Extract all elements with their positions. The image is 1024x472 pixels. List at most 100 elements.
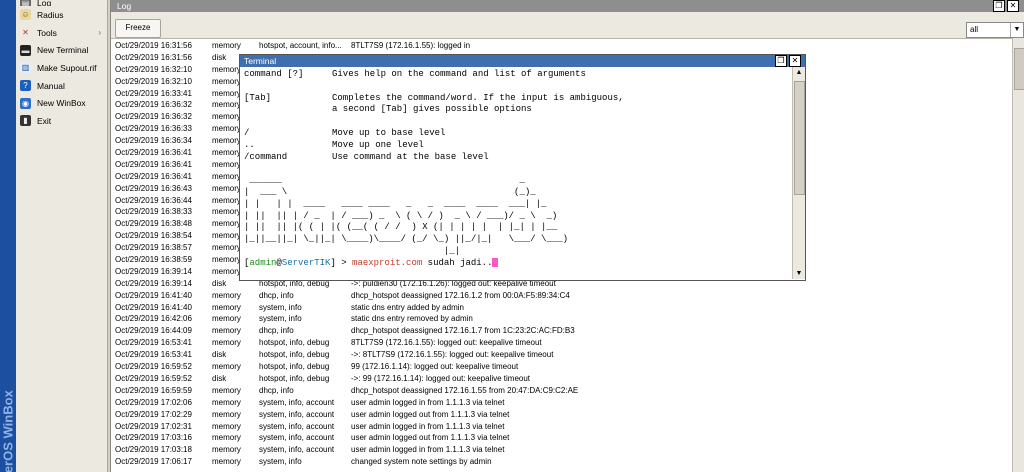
- terminal-banner-line: |_||__||_| \_||_| \____)\____/ (_/ \_) |…: [244, 234, 569, 245]
- log-time-cell: Oct/29/2019 16:36:33: [115, 124, 192, 134]
- log-row[interactable]: Oct/29/2019 17:02:29 memory system, info, …: [115, 409, 1011, 421]
- log-time-cell: Oct/29/2019 16:53:41: [115, 350, 192, 360]
- help-description: Gives help on the command and list of ar…: [332, 69, 586, 79]
- log-row[interactable]: Oct/29/2019 16:53:41 disk hotspot, info, d…: [115, 349, 1011, 361]
- log-topics-cell: system, info, account: [259, 409, 335, 419]
- exit-icon: ▮: [20, 115, 31, 127]
- log-time-cell: Oct/29/2019 16:53:41: [115, 338, 192, 348]
- menu-item-new-winbox[interactable]: ◉ New WinBox: [16, 94, 107, 112]
- log-buffer-cell: memory: [212, 290, 241, 300]
- log-time-cell: Oct/29/2019 16:41:40: [115, 290, 192, 300]
- restore-icon[interactable]: ❐: [775, 55, 787, 67]
- log-row[interactable]: Oct/29/2019 17:02:06 memory system, info, …: [115, 397, 1011, 409]
- terminal-help-line: [244, 116, 790, 128]
- log-message-cell: dhcp_hotspot deassigned 172.16.1.55 from…: [351, 385, 579, 395]
- log-time-cell: Oct/29/2019 17:03:18: [115, 445, 192, 455]
- log-time-cell: Oct/29/2019 16:32:10: [115, 76, 192, 86]
- log-buffer-cell: memory: [212, 457, 241, 467]
- menu-item-label: Manual: [37, 80, 65, 91]
- log-time-cell: Oct/29/2019 16:39:14: [115, 266, 192, 276]
- log-filter-value: all: [970, 25, 979, 34]
- log-time-cell: Oct/29/2019 16:36:32: [115, 100, 192, 110]
- menu-item-make-supout-rif[interactable]: ▥ Make Supout.rif: [16, 59, 107, 77]
- close-icon[interactable]: ✕: [1007, 0, 1019, 12]
- menu-item-label: Tools: [37, 27, 57, 38]
- terminal-titlebar[interactable]: Terminal ❐ ✕: [240, 55, 805, 67]
- log-topics-cell: dhcp, info: [259, 290, 294, 300]
- log-row[interactable]: Oct/29/2019 16:41:40 memory dhcp, info dhcp…: [115, 290, 1011, 302]
- log-topics-cell: hotspot, account, info...: [259, 41, 342, 50]
- menu-item-tools[interactable]: ✕ Tools ›: [16, 24, 107, 42]
- help-command: ..: [244, 139, 255, 150]
- log-buffer-cell: memory: [212, 326, 241, 336]
- log-row[interactable]: Oct/29/2019 16:53:41 memory hotspot, info,…: [115, 337, 1011, 349]
- terminal-banner-line: ______ _: [244, 175, 558, 186]
- log-time-cell: Oct/29/2019 17:06:17: [115, 457, 192, 467]
- log-row[interactable]: Oct/29/2019 17:02:31 memory system, info, …: [115, 421, 1011, 433]
- log-row[interactable]: Oct/29/2019 17:03:18 memory system, info, …: [115, 444, 1011, 456]
- terminal-scrollbar[interactable]: ▲ ▼: [792, 67, 805, 279]
- log-topics-cell: dhcp, info: [259, 385, 294, 395]
- log-row[interactable]: Oct/29/2019 16:59:52 disk hotspot, info, d…: [115, 373, 1011, 385]
- log-buffer-cell: memory: [212, 385, 241, 395]
- terminal-prompt-line[interactable]: [admin@ServerTIK] > maexproit.com sudah …: [244, 258, 790, 270]
- log-row[interactable]: Oct/29/2019 17:03:16 memory system, info, …: [115, 432, 1011, 444]
- log-time-cell: Oct/29/2019 16:44:09: [115, 326, 192, 336]
- log-time-cell: Oct/29/2019 16:36:32: [115, 112, 192, 122]
- log-row[interactable]: Oct/29/2019 16:42:06 memory system, info st…: [115, 313, 1011, 325]
- terminal-help-line: /command Use command at the base level: [244, 152, 790, 164]
- menu-item-manual[interactable]: ? Manual: [16, 77, 107, 95]
- terminal-help-line: a second [Tab] gives possible options: [244, 104, 790, 116]
- log-buffer-cell: memory: [212, 421, 241, 431]
- log-time-cell: Oct/29/2019 16:36:43: [115, 183, 192, 193]
- scroll-up-icon[interactable]: ▲: [793, 67, 805, 78]
- terminal-body[interactable]: command [?] Gives help on the command and…: [244, 69, 790, 279]
- tools-icon: ✕: [22, 28, 29, 38]
- log-row[interactable]: Oct/29/2019 17:06:17 memory system, info ch…: [115, 456, 1011, 468]
- log-topics-cell: system, info, account: [259, 433, 335, 443]
- log-row[interactable]: Oct/29/2019 16:59:52 memory hotspot, info,…: [115, 361, 1011, 373]
- menu-item-radius[interactable]: ☺ Radius: [16, 6, 107, 24]
- freeze-button[interactable]: Freeze: [115, 19, 161, 38]
- terminal-banner-line: | | | | ____ ____ ____ _ _ ____ ____ ___…: [244, 198, 558, 209]
- brand-text: terOS WinBox: [0, 390, 16, 472]
- log-message-cell: 99 (172.16.1.14): logged out: keepalive …: [351, 362, 519, 372]
- close-icon[interactable]: ✕: [789, 55, 801, 67]
- log-message-cell: static dns entry removed by admin: [351, 314, 473, 324]
- scroll-down-icon[interactable]: ▼: [793, 268, 805, 279]
- terminal-banner-line: |_|: [244, 245, 558, 256]
- help-description: Completes the command/word. If the input…: [332, 92, 624, 103]
- document-icon: ▥: [20, 62, 31, 74]
- chevron-down-icon[interactable]: ▼: [1010, 23, 1023, 37]
- log-titlebar[interactable]: Log ❐ ✕: [111, 0, 1024, 12]
- log-title: Log: [117, 1, 132, 11]
- log-filter-select[interactable]: all ▼: [966, 22, 1024, 38]
- log-row[interactable]: Oct/29/2019 16:41:40 memory system, info st…: [115, 302, 1011, 314]
- log-time-cell: Oct/29/2019 16:39:14: [115, 278, 192, 288]
- log-row[interactable]: Oct/29/2019 16:44:09 memory dhcp, info dhcp…: [115, 325, 1011, 337]
- log-buffer-cell: memory: [212, 338, 241, 348]
- help-description: a second [Tab] gives possible options: [332, 104, 532, 115]
- menu-item-exit[interactable]: ▮ Exit: [16, 112, 107, 130]
- terminal-window: Terminal ❐ ✕ command [?] Gives help on th…: [239, 54, 806, 281]
- log-time-cell: Oct/29/2019 16:31:56: [115, 52, 192, 62]
- log-message-cell: ->: 99 (172.16.1.14): logged out: keepal…: [351, 373, 531, 383]
- log-time-cell: Oct/29/2019 16:31:56: [115, 41, 192, 50]
- menu-item-new-terminal[interactable]: ▬ New Terminal: [16, 41, 107, 59]
- log-scrollbar[interactable]: [1012, 38, 1024, 472]
- log-time-cell: Oct/29/2019 17:03:16: [115, 433, 192, 443]
- log-time-cell: Oct/29/2019 16:36:41: [115, 159, 192, 169]
- menu-item-label: New WinBox: [37, 98, 86, 109]
- terminal-scroll-thumb[interactable]: [794, 81, 805, 195]
- log-topics-cell: system, info, account: [259, 397, 335, 407]
- log-scroll-thumb[interactable]: [1014, 48, 1024, 90]
- log-message-cell: dhcp_hotspot deassigned 172.16.1.7 from …: [351, 326, 575, 336]
- log-row[interactable]: Oct/29/2019 16:59:59 memory dhcp, info dhcp…: [115, 385, 1011, 397]
- log-message-cell: dhcp_hotspot deassigned 172.16.1.2 from …: [351, 290, 570, 300]
- log-topics-cell: hotspot, info, debug: [259, 350, 330, 360]
- menu-item-label: Exit: [37, 115, 52, 126]
- log-topics-cell: dhcp, info: [259, 326, 294, 336]
- restore-icon[interactable]: ❐: [993, 0, 1005, 12]
- log-row[interactable]: Oct/29/2019 16:31:56 memory hotspot, accou…: [115, 40, 1011, 52]
- log-time-cell: Oct/29/2019 16:36:44: [115, 195, 192, 205]
